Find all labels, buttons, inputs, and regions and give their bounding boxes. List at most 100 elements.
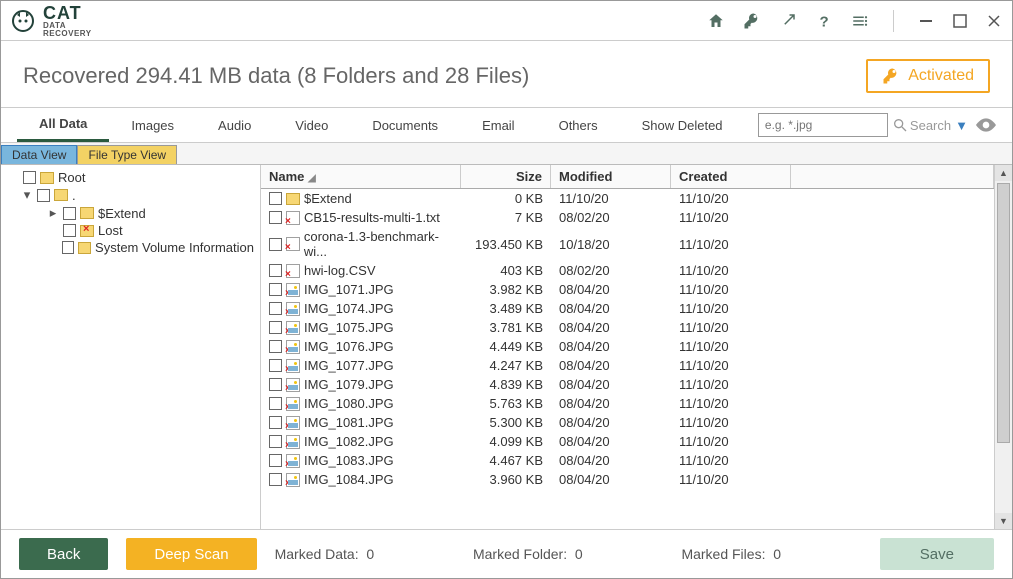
checkbox[interactable]	[269, 454, 282, 467]
minimize-button[interactable]	[918, 13, 934, 29]
tree-item-label: Root	[58, 170, 85, 185]
file-name-label: IMG_1081.JPG	[304, 415, 394, 430]
checkbox[interactable]	[269, 359, 282, 372]
maximize-button[interactable]	[952, 13, 968, 29]
file-name-label: IMG_1077.JPG	[304, 358, 394, 373]
file-created: 11/10/20	[671, 472, 791, 487]
search-button[interactable]: Search	[892, 117, 951, 133]
tree-toggle-icon[interactable]: ▾	[21, 187, 33, 203]
filter-tab-video[interactable]: Video	[273, 108, 350, 142]
col-header-size[interactable]: Size	[461, 165, 551, 188]
table-row[interactable]: ×IMG_1079.JPG4.839 KB08/04/2011/10/20	[261, 375, 994, 394]
tree-item[interactable]: System Volume Information	[7, 239, 254, 256]
checkbox[interactable]	[269, 283, 282, 296]
file-name-label: IMG_1083.JPG	[304, 453, 394, 468]
file-grid-wrapper: Name ◢ Size Modified Created $Extend0 KB…	[261, 165, 1012, 529]
scroll-down-icon[interactable]: ▼	[995, 513, 1012, 529]
help-icon[interactable]: ?	[815, 12, 833, 30]
tree-item[interactable]: Lost	[7, 222, 254, 239]
col-header-name[interactable]: Name ◢	[261, 165, 461, 188]
vertical-scrollbar[interactable]: ▲ ▼	[994, 165, 1012, 529]
col-header-modified[interactable]: Modified	[551, 165, 671, 188]
table-row[interactable]: ×IMG_1084.JPG3.960 KB08/04/2011/10/20	[261, 470, 994, 489]
search-input[interactable]	[758, 113, 888, 137]
save-button[interactable]: Save	[880, 538, 994, 570]
checkbox[interactable]	[269, 473, 282, 486]
tree-item-label: System Volume Information	[95, 240, 254, 255]
checkbox[interactable]	[23, 171, 36, 184]
checkbox[interactable]	[62, 241, 74, 254]
checkbox[interactable]	[269, 264, 282, 277]
file-created: 11/10/20	[671, 434, 791, 449]
file-icon: ×	[286, 416, 300, 430]
key-icon[interactable]	[743, 12, 761, 30]
table-row[interactable]: ×CB15-results-multi-1.txt7 KB08/02/2011/…	[261, 208, 994, 227]
filter-tab-show-deleted[interactable]: Show Deleted	[620, 108, 745, 142]
file-created: 11/10/20	[671, 320, 791, 335]
checkbox[interactable]	[269, 211, 282, 224]
filter-tab-all-data[interactable]: All Data	[17, 108, 109, 142]
view-tab-data-view[interactable]: Data View	[1, 145, 77, 164]
checkbox[interactable]	[269, 192, 282, 205]
menu-icon[interactable]	[851, 12, 869, 30]
checkbox[interactable]	[269, 435, 282, 448]
checkbox[interactable]	[269, 397, 282, 410]
table-row[interactable]: ×IMG_1082.JPG4.099 KB08/04/2011/10/20	[261, 432, 994, 451]
preview-eye-icon[interactable]	[976, 118, 996, 132]
table-row[interactable]: ×IMG_1081.JPG5.300 KB08/04/2011/10/20	[261, 413, 994, 432]
filter-tab-email[interactable]: Email	[460, 108, 537, 142]
table-row[interactable]: ×IMG_1077.JPG4.247 KB08/04/2011/10/20	[261, 356, 994, 375]
checkbox[interactable]	[269, 378, 282, 391]
filter-tab-others[interactable]: Others	[537, 108, 620, 142]
checkbox[interactable]	[37, 189, 50, 202]
main-area: Root▾.▸$ExtendLostSystem Volume Informat…	[1, 165, 1012, 530]
scroll-up-icon[interactable]: ▲	[995, 165, 1012, 181]
deep-scan-button[interactable]: Deep Scan	[126, 538, 256, 570]
checkbox[interactable]	[63, 207, 76, 220]
marked-files-stat: Marked Files: 0	[681, 546, 781, 562]
table-row[interactable]: ×IMG_1071.JPG3.982 KB08/04/2011/10/20	[261, 280, 994, 299]
deleted-mark-icon: ×	[285, 345, 291, 356]
search-dropdown-icon[interactable]: ▼	[955, 118, 968, 133]
checkbox[interactable]	[63, 224, 76, 237]
checkbox[interactable]	[269, 238, 282, 251]
deleted-mark-icon: ×	[285, 364, 291, 375]
tree-item[interactable]: ▾.	[7, 186, 254, 204]
checkbox[interactable]	[269, 321, 282, 334]
file-name-label: hwi-log.CSV	[304, 263, 376, 278]
table-row[interactable]: $Extend0 KB11/10/2011/10/20	[261, 189, 994, 208]
table-row[interactable]: ×IMG_1076.JPG4.449 KB08/04/2011/10/20	[261, 337, 994, 356]
file-modified: 08/04/20	[551, 301, 671, 316]
back-button[interactable]: Back	[19, 538, 108, 570]
table-row[interactable]: ×IMG_1080.JPG5.763 KB08/04/2011/10/20	[261, 394, 994, 413]
tree-item[interactable]: Root	[7, 169, 254, 186]
activated-badge[interactable]: Activated	[866, 59, 990, 93]
checkbox[interactable]	[269, 302, 282, 315]
table-row[interactable]: ×corona-1.3-benchmark-wi...193.450 KB10/…	[261, 227, 994, 261]
view-tab-file-type-view[interactable]: File Type View	[77, 145, 177, 164]
file-size: 4.099 KB	[461, 434, 551, 449]
share-icon[interactable]	[779, 12, 797, 30]
tree-toggle-icon[interactable]: ▸	[47, 205, 59, 221]
tree-item[interactable]: ▸$Extend	[7, 204, 254, 222]
table-row[interactable]: ×hwi-log.CSV403 KB08/02/2011/10/20	[261, 261, 994, 280]
file-created: 11/10/20	[671, 339, 791, 354]
file-size: 5.300 KB	[461, 415, 551, 430]
filter-tab-audio[interactable]: Audio	[196, 108, 273, 142]
file-size: 4.247 KB	[461, 358, 551, 373]
filter-tab-images[interactable]: Images	[109, 108, 196, 142]
checkbox[interactable]	[269, 340, 282, 353]
file-size: 3.982 KB	[461, 282, 551, 297]
scrollbar-thumb[interactable]	[997, 183, 1010, 443]
col-header-created[interactable]: Created	[671, 165, 791, 188]
table-row[interactable]: ×IMG_1075.JPG3.781 KB08/04/2011/10/20	[261, 318, 994, 337]
table-row[interactable]: ×IMG_1083.JPG4.467 KB08/04/2011/10/20	[261, 451, 994, 470]
file-icon: ×	[286, 397, 300, 411]
table-row[interactable]: ×IMG_1074.JPG3.489 KB08/04/2011/10/20	[261, 299, 994, 318]
filter-tab-documents[interactable]: Documents	[350, 108, 460, 142]
titlebar-actions: ?	[707, 10, 1002, 32]
home-icon[interactable]	[707, 12, 725, 30]
close-button[interactable]	[986, 13, 1002, 29]
file-icon: ×	[286, 378, 300, 392]
checkbox[interactable]	[269, 416, 282, 429]
